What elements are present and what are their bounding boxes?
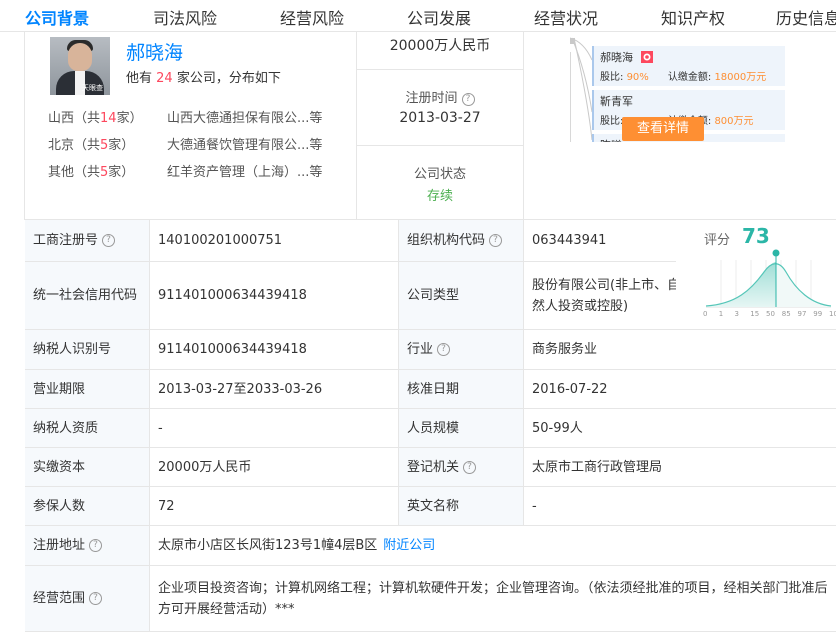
tab-operating-risk[interactable]: 经营风险 [280, 5, 344, 29]
taxpayer-id-value: 911401000634439418 [150, 330, 399, 369]
region-beijing-company[interactable]: 大德通餐饮管理有限公...等 [167, 134, 322, 153]
score-tick-label: 50 [766, 310, 775, 318]
company-count: 24 [156, 71, 173, 86]
holder-badge-icon [640, 51, 653, 63]
registered-capital: 20000万人民币 [389, 38, 491, 54]
english-name-label: 英文名称 [399, 487, 524, 525]
nearby-companies-link[interactable]: 附近公司 [383, 535, 435, 556]
score-tick-label: 3 [734, 310, 739, 318]
company-summary-panel: 天眼查 郝晓海 他有 24 家公司，分布如下 山西（共14家） 山西大德通担保有… [24, 32, 836, 220]
table-row: 注册地址? 太原市小店区长风街123号1幢4层B区 附近公司 [25, 526, 836, 566]
region-other-company[interactable]: 红羊资产管理（上海）...等 [167, 161, 322, 180]
score-tick-label: 85 [781, 310, 791, 318]
tab-company-background[interactable]: 公司背景 [25, 5, 89, 29]
help-icon[interactable]: ? [463, 460, 477, 474]
help-icon[interactable]: ? [102, 234, 116, 247]
reg-time-label: 注册时间? [357, 87, 523, 106]
table-row: 实缴资本 20000万人民币 登记机关? 太原市工商行政管理局 [25, 448, 836, 487]
taxpayer-qual-label: 纳税人资质 [25, 409, 150, 447]
paid-capital-label: 实缴资本 [25, 448, 150, 486]
help-icon[interactable]: ? [437, 343, 451, 356]
person-avatar[interactable]: 天眼查 [50, 37, 110, 95]
region-beijing: 北京（共5家） [48, 138, 135, 153]
nav-tabs: 公司背景 司法风险 经营风险 公司发展 经营状况 知识产权 历史信息 [0, 0, 836, 32]
term-label: 营业期限 [25, 370, 150, 408]
english-name-value: - [524, 487, 836, 525]
taxpayer-id-label: 纳税人识别号 [25, 330, 150, 369]
insured-label: 参保人数 [25, 487, 150, 525]
staff-size-value: 50-99人 [524, 409, 836, 447]
summary-column: 20000万人民币 注册时间? 2013-03-27 公司状态 存续 [356, 32, 524, 220]
company-type-label: 公司类型 [399, 262, 524, 329]
help-icon[interactable]: ? [89, 539, 103, 552]
credit-code-label: 统一社会信用代码 [25, 262, 150, 329]
legal-person-name[interactable]: 郝晓海 [126, 38, 183, 65]
taxpayer-qual-value: - [150, 409, 399, 447]
score-marker [772, 249, 780, 257]
score-tick-label: 100 [829, 310, 836, 318]
table-row: 纳税人识别号 911401000634439418 行业? 商务服务业 [25, 330, 836, 370]
score-tick-label: 15 [750, 310, 760, 318]
shareholder-card[interactable]: 郝晓海 股比: 90% 认缴金额: 18000万元 [592, 46, 785, 86]
table-row: 纳税人资质 - 人员规模 50-99人 [25, 409, 836, 448]
shareholder-name: 郝晓海 [600, 51, 633, 64]
score-tick-label: 99 [813, 310, 823, 318]
score-tick-label: 0 [703, 310, 708, 318]
table-row: 经营范围? 企业项目投资咨询；计算机网络工程；计算机软硬件开发；企业管理咨询。（… [25, 566, 836, 632]
staff-size-label: 人员规模 [399, 409, 524, 447]
help-icon[interactable]: ? [89, 592, 103, 605]
region-other: 其他（共5家） [48, 165, 135, 180]
avatar-watermark: 天眼查 [82, 84, 103, 92]
tab-intellectual-property[interactable]: 知识产权 [661, 5, 725, 29]
term-value: 2013-03-27至2033-03-26 [150, 370, 399, 408]
help-icon[interactable]: ? [461, 93, 475, 106]
tab-history-info[interactable]: 历史信息 [776, 5, 836, 29]
region-shanxi: 山西（共14家） [48, 111, 143, 126]
shareholder-name: 靳青军 [600, 95, 633, 108]
tab-operating-status[interactable]: 经营状况 [534, 5, 598, 29]
status-badge: 存续 [426, 189, 453, 204]
industry-value: 商务服务业 [524, 330, 836, 369]
region-shanxi-company[interactable]: 山西大德通担保有限公...等 [167, 107, 322, 126]
score-panel: 评分 73 0131550859799100 [676, 220, 836, 330]
person-company-count: 他有 24 家公司，分布如下 [126, 71, 281, 86]
approval-date-value: 2016-07-22 [524, 370, 836, 408]
authority-value: 太原市工商行政管理局 [524, 448, 836, 486]
status-label: 公司状态 [413, 167, 466, 182]
score-tick-label: 1 [718, 310, 724, 318]
table-row: 参保人数 72 英文名称 - [25, 487, 836, 526]
tab-judicial-risk[interactable]: 司法风险 [153, 5, 217, 29]
view-detail-button[interactable]: 查看详情 [622, 117, 704, 141]
insured-value: 72 [150, 487, 399, 525]
help-icon[interactable]: ? [489, 234, 503, 247]
address-value: 太原市小店区长风街123号1幢4层B区 [158, 538, 378, 553]
reg-time-value: 2013-03-27 [399, 110, 481, 126]
paid-capital-value: 20000万人民币 [150, 448, 399, 486]
reg-no-value: 140100201000751 [150, 220, 399, 261]
credit-code-value: 911401000634439418 [150, 262, 399, 329]
score-tick-label: 97 [797, 310, 807, 318]
approval-date-label: 核准日期 [399, 370, 524, 408]
tab-company-development[interactable]: 公司发展 [407, 5, 471, 29]
scope-value: 企业项目投资咨询；计算机网络工程；计算机软硬件开发；企业管理咨询。（依法须经批准… [150, 566, 836, 631]
table-row: 营业期限 2013-03-27至2033-03-26 核准日期 2016-07-… [25, 370, 836, 409]
